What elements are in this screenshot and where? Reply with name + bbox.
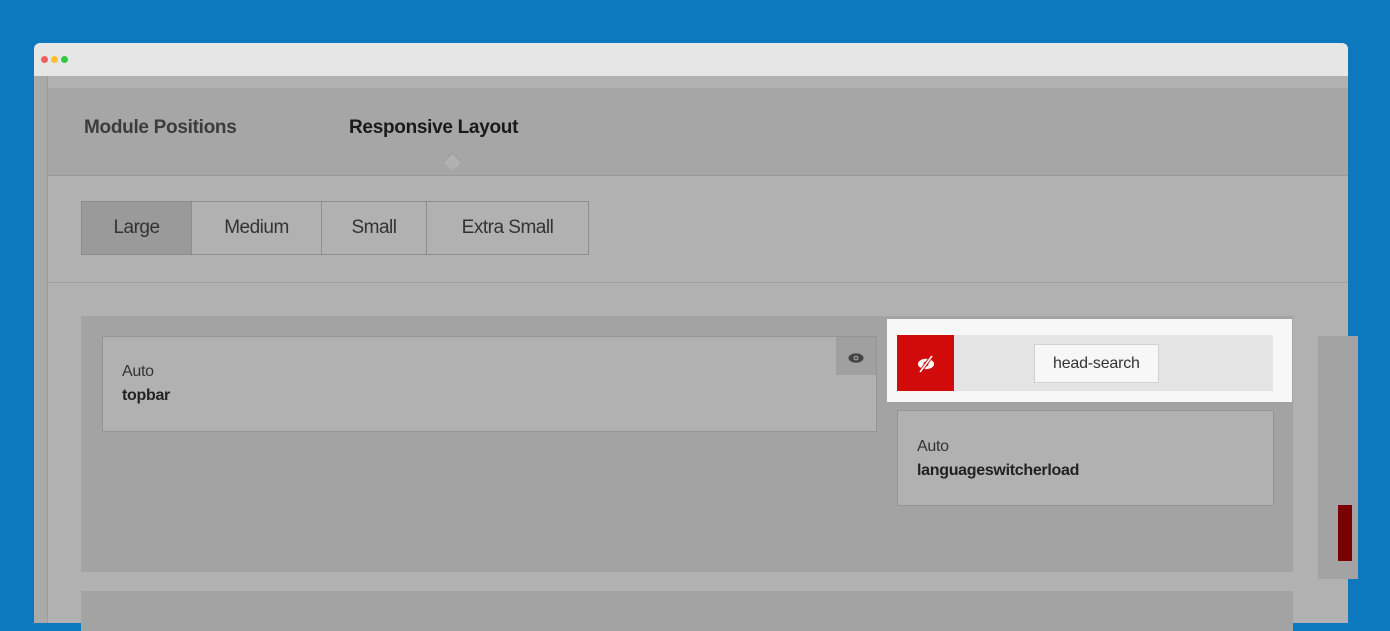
window-maximize-button[interactable] (61, 56, 68, 63)
section-divider (48, 282, 1348, 283)
breakpoint-small-button[interactable]: Small (322, 202, 427, 254)
module-name: languageswitcherload (917, 462, 1080, 479)
side-column-hidden-marker (1338, 505, 1352, 561)
window-minimize-button[interactable] (51, 56, 58, 63)
eye-icon (848, 353, 864, 363)
module-name: topbar (122, 387, 170, 404)
visibility-toggle-button[interactable] (836, 337, 876, 375)
module-width: Auto (917, 438, 949, 455)
breakpoint-selector: Large Medium Small Extra Small (81, 201, 589, 255)
highlighted-module-head-search: head-search (887, 319, 1292, 402)
module-topbar[interactable]: Auto topbar (102, 336, 877, 432)
module-languageswitcherload[interactable]: Auto languageswitcherload (897, 410, 1274, 506)
eye-slash-icon (918, 354, 934, 374)
tab-responsive-layout[interactable]: Responsive Layout (349, 117, 518, 139)
breakpoint-medium-button[interactable]: Medium (192, 202, 322, 254)
module-name-label: head-search (1034, 344, 1159, 383)
window-titlebar (34, 43, 1348, 76)
module-width: Auto (122, 363, 154, 380)
tab-bar: Module Positions Responsive Layout (48, 88, 1348, 176)
tab-module-positions[interactable]: Module Positions (84, 117, 237, 139)
module-head-search[interactable]: head-search (897, 335, 1273, 391)
layout-row-next (81, 591, 1293, 631)
breakpoint-large-button[interactable]: Large (82, 202, 192, 254)
visibility-toggle-button[interactable] (897, 335, 954, 391)
window-close-button[interactable] (41, 56, 48, 63)
breakpoint-extra-small-button[interactable]: Extra Small (427, 202, 588, 254)
